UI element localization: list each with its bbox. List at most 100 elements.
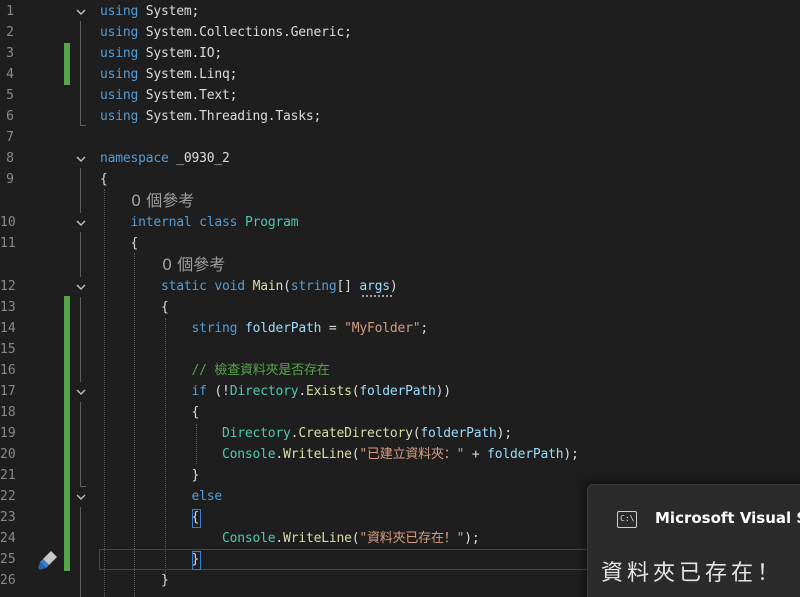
code-line[interactable]: 14 string folderPath = "MyFolder"; (0, 318, 800, 339)
code-token: { (100, 236, 139, 251)
line-number: 22 (0, 489, 16, 504)
code-line[interactable]: 15 (0, 339, 800, 360)
toast-notification[interactable]: C:\ Microsoft Visual S 資料夾已存在！ (587, 484, 800, 597)
code-line[interactable]: 2 using System.Collections.Generic; (0, 22, 800, 43)
code-line[interactable]: 8 namespace _0930_2 (0, 148, 800, 169)
code-token: folderPath (487, 447, 564, 462)
brace-match-highlight (192, 509, 201, 528)
code-token: // 檢查資料夾是否存在 (191, 363, 330, 378)
code-text: } (100, 465, 200, 486)
code-text: Console.WriteLine("資料夾已存在！"); (100, 528, 480, 549)
fold-toggle-icon[interactable] (74, 280, 88, 294)
code-token: System.Linq; (138, 67, 238, 82)
code-token: class (199, 215, 238, 230)
code-token: Main (252, 279, 284, 294)
code-line[interactable]: 11 { (0, 233, 800, 254)
code-token: System; (138, 4, 200, 19)
line-number: 5 (6, 88, 14, 103)
code-text: // 檢查資料夾是否存在 (100, 360, 330, 381)
code-text: { (100, 507, 200, 528)
code-token: folderPath (420, 426, 497, 441)
code-token: if (191, 384, 207, 399)
brace-match-highlight (192, 551, 201, 570)
code-token: internal (130, 215, 192, 230)
code-token: using (100, 46, 139, 61)
code-token: { (100, 510, 200, 525)
code-token: namespace (100, 151, 169, 166)
code-token: Directory (229, 384, 299, 399)
code-text: namespace _0930_2 (100, 148, 230, 169)
code-line[interactable]: 10 internal class Program (0, 212, 800, 233)
fold-toggle-icon[interactable] (74, 5, 88, 19)
code-text: using System.Text; (100, 85, 237, 106)
code-token: using (100, 88, 139, 103)
codelens-references-main[interactable]: 0 個參考 (162, 254, 225, 276)
unused-parameter-hint[interactable] (362, 292, 392, 297)
code-token: { (100, 405, 200, 420)
code-text: using System; (100, 1, 199, 22)
code-text: internal class Program (100, 212, 299, 233)
line-number: 15 (0, 342, 16, 357)
code-text: Console.WriteLine("已建立資料夾：" + folderPath… (100, 444, 579, 465)
fold-toggle-icon[interactable] (74, 490, 88, 504)
code-token: void (214, 279, 245, 294)
code-token: System.Text; (138, 88, 238, 103)
line-number: 26 (0, 573, 16, 588)
code-line[interactable]: 1 using System; (0, 1, 800, 22)
code-token: } (100, 468, 200, 483)
paintbrush-icon[interactable] (36, 548, 60, 572)
code-line[interactable]: 9{ (0, 169, 800, 190)
line-number: 14 (0, 321, 16, 336)
code-line[interactable]: 6 using System.Threading.Tasks; (0, 106, 800, 127)
fold-toggle-icon[interactable] (74, 152, 88, 166)
code-text: using System.Linq; (100, 64, 237, 85)
code-token: _0930_2 (168, 151, 230, 166)
code-line[interactable]: 4 using System.Linq; (0, 64, 800, 85)
code-line[interactable]: 21 } (0, 465, 800, 486)
code-token: WriteLine (283, 447, 352, 462)
line-number: 13 (0, 300, 16, 315)
code-token: )) (435, 384, 451, 399)
fold-toggle-icon[interactable] (74, 216, 88, 230)
code-token: ; (420, 321, 429, 336)
code-line[interactable]: 16 // 檢查資料夾是否存在 (0, 360, 800, 381)
code-token: [] (336, 279, 360, 294)
fold-toggle-icon[interactable] (74, 385, 88, 399)
code-text: using System.Collections.Generic; (100, 22, 352, 43)
code-text: if (!Directory.Exists(folderPath)) (100, 381, 452, 402)
code-line[interactable]: 12 static void Main(string[] args) (0, 276, 800, 297)
code-token: using (100, 4, 139, 19)
codelens-references-class[interactable]: 0 個參考 (131, 190, 194, 212)
code-line[interactable]: 20 Console.WriteLine("已建立資料夾：" + folderP… (0, 444, 800, 465)
code-token: string (191, 321, 238, 336)
line-number: 18 (0, 405, 16, 420)
code-token: using (100, 25, 139, 40)
code-text: using System.Threading.Tasks; (100, 106, 321, 127)
code-line[interactable]: 19 Directory.CreateDirectory(folderPath)… (0, 423, 800, 444)
line-number: 11 (0, 236, 16, 251)
code-token: ); (464, 531, 480, 546)
code-line[interactable]: 5 using System.Text; (0, 85, 800, 106)
code-token: } (100, 573, 169, 588)
line-number: 19 (0, 426, 16, 441)
code-line[interactable]: 18 { (0, 402, 800, 423)
code-line[interactable]: 17 if (!Directory.Exists(folderPath)) (0, 381, 800, 402)
line-number: 7 (6, 130, 14, 145)
code-line[interactable]: 7 (0, 127, 800, 148)
code-token: else (191, 489, 223, 504)
code-token: Directory (222, 426, 291, 441)
code-text: { (100, 169, 108, 190)
code-token: folderPath (359, 384, 436, 399)
code-text: static void Main(string[] args) (100, 276, 398, 297)
code-line[interactable]: 13 { (0, 297, 800, 318)
code-line[interactable]: 3 using System.IO; (0, 43, 800, 64)
code-text: else (100, 486, 223, 507)
code-token: "資料夾已存在！" (359, 531, 465, 546)
